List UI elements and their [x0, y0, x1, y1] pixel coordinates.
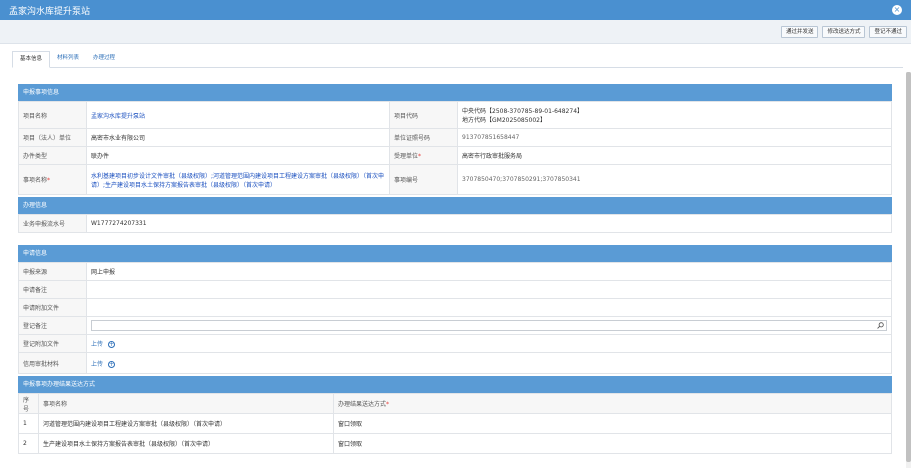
- central-code: 中央代码【2508-370785-89-01-648274】: [462, 108, 584, 115]
- search-icon[interactable]: [877, 322, 884, 329]
- table-row: 2 生产建设项目水土保持方案报告表审批（县级权限）（首次申请） 窗口领取: [18, 433, 892, 454]
- matter-name-link[interactable]: 水利基建项目初步设计文件审批（县级权限）;河道管理范围内建设项目工程建设方案审批…: [91, 173, 384, 189]
- row-name: 生产建设项目水土保持方案报告表审批（县级权限）（首次申请）: [38, 433, 334, 454]
- source-label: 申报来源: [18, 262, 87, 281]
- matter-no-value: 3707850470;3707850291;3707850341: [457, 164, 892, 195]
- change-delivery-button[interactable]: 修改送达方式: [822, 25, 866, 38]
- approve-send-button[interactable]: 通过并发送: [780, 25, 819, 38]
- section-header-declaration: 申报事项信息: [18, 84, 892, 101]
- tab-materials[interactable]: 材料列表: [50, 51, 86, 67]
- serial-value: W1777274207331: [86, 214, 892, 233]
- section-header-application: 申请信息: [18, 245, 892, 262]
- reg-attach-label: 登记附加文件: [18, 334, 87, 353]
- main-content: 申报事项信息 项目名称 孟家沟水库提升泵站 项目代码 中央代码【2508-370…: [18, 84, 892, 454]
- handle-type-label: 办件类型: [18, 146, 87, 165]
- tab-basic-info[interactable]: 基本信息: [12, 51, 51, 68]
- handling-table: 业务申报流水号 W1777274207331: [18, 214, 892, 233]
- col-name-header: 事项名称: [38, 393, 334, 414]
- reg-remark-label: 登记备注: [18, 316, 87, 335]
- tab-bar: 基本信息 材料列表 办理过程: [12, 51, 903, 68]
- window-titlebar: 孟家沟水库提升泵站 ×: [0, 0, 911, 20]
- project-name-label: 项目名称: [18, 101, 87, 129]
- cert-label: 单位证照号码: [389, 128, 458, 147]
- handle-type-value: 联办件: [86, 146, 390, 165]
- add-icon[interactable]: +: [108, 360, 116, 368]
- attach-label: 申请附加文件: [18, 298, 87, 317]
- application-table: 申报来源 网上申报 申请备注 申请附加文件 登记备注 登记附加文件 上传 + 信用…: [18, 262, 892, 374]
- accept-unit-value: 高密市行政审批服务局: [457, 146, 892, 165]
- project-code-label: 项目代码: [389, 101, 458, 129]
- reject-registration-button[interactable]: 登记不通过: [869, 25, 907, 38]
- section-header-handling: 办理信息: [18, 197, 892, 214]
- credit-upload-link[interactable]: 上传: [91, 361, 103, 368]
- row-name: 河道管理范围内建设项目工程建设方案审批（县级权限）（首次申请）: [38, 413, 334, 434]
- delivery-table: 序号 事项名称 办理结果送达方式* 1 河道管理范围内建设项目工程建设方案审批（…: [18, 393, 892, 454]
- tab-process[interactable]: 办理过程: [86, 51, 122, 67]
- row-no: 2: [18, 433, 39, 454]
- cert-value: 913707851658447: [457, 128, 892, 147]
- table-row: 1 河道管理范围内建设项目工程建设方案审批（县级权限）（首次申请） 窗口领取: [18, 413, 892, 434]
- reg-attach-upload-link[interactable]: 上传: [91, 341, 103, 348]
- matter-no-label: 事项编号: [389, 164, 458, 195]
- row-method[interactable]: 窗口领取: [333, 413, 892, 434]
- col-no-header: 序号: [18, 393, 39, 414]
- reg-remark-input[interactable]: [91, 320, 887, 331]
- vertical-scrollbar[interactable]: [906, 72, 911, 468]
- project-name-link[interactable]: 孟家沟水库提升泵站: [91, 113, 145, 120]
- credit-label: 信用审批材料: [18, 352, 87, 374]
- toolbar: 通过并发送 修改送达方式 登记不通过: [0, 20, 911, 44]
- remark-label: 申请备注: [18, 280, 87, 299]
- local-code: 地方代码【GM2025085002】: [462, 117, 547, 124]
- col-method-header: 办理结果送达方式*: [333, 393, 892, 414]
- matter-name-label: 事项名称*: [18, 164, 87, 195]
- legal-unit-label: 项目（法人）单位: [18, 128, 87, 147]
- row-method[interactable]: 窗口领取: [333, 433, 892, 454]
- window-title: 孟家沟水库提升泵站: [9, 6, 91, 17]
- remark-value: [86, 280, 892, 299]
- legal-unit-value: 高密市水业有限公司: [86, 128, 390, 147]
- add-icon[interactable]: +: [108, 341, 116, 348]
- close-icon[interactable]: ×: [892, 5, 902, 15]
- accept-unit-label: 受理单位*: [389, 146, 458, 165]
- source-value: 网上申报: [86, 262, 892, 281]
- row-no: 1: [18, 413, 39, 434]
- attach-value: [86, 298, 892, 317]
- declaration-table: 项目名称 孟家沟水库提升泵站 项目代码 中央代码【2508-370785-89-…: [18, 101, 892, 195]
- scrollbar-thumb[interactable]: [906, 72, 911, 462]
- serial-label: 业务申报流水号: [18, 214, 87, 233]
- section-header-delivery: 申报事项办理结果送达方式: [18, 376, 892, 393]
